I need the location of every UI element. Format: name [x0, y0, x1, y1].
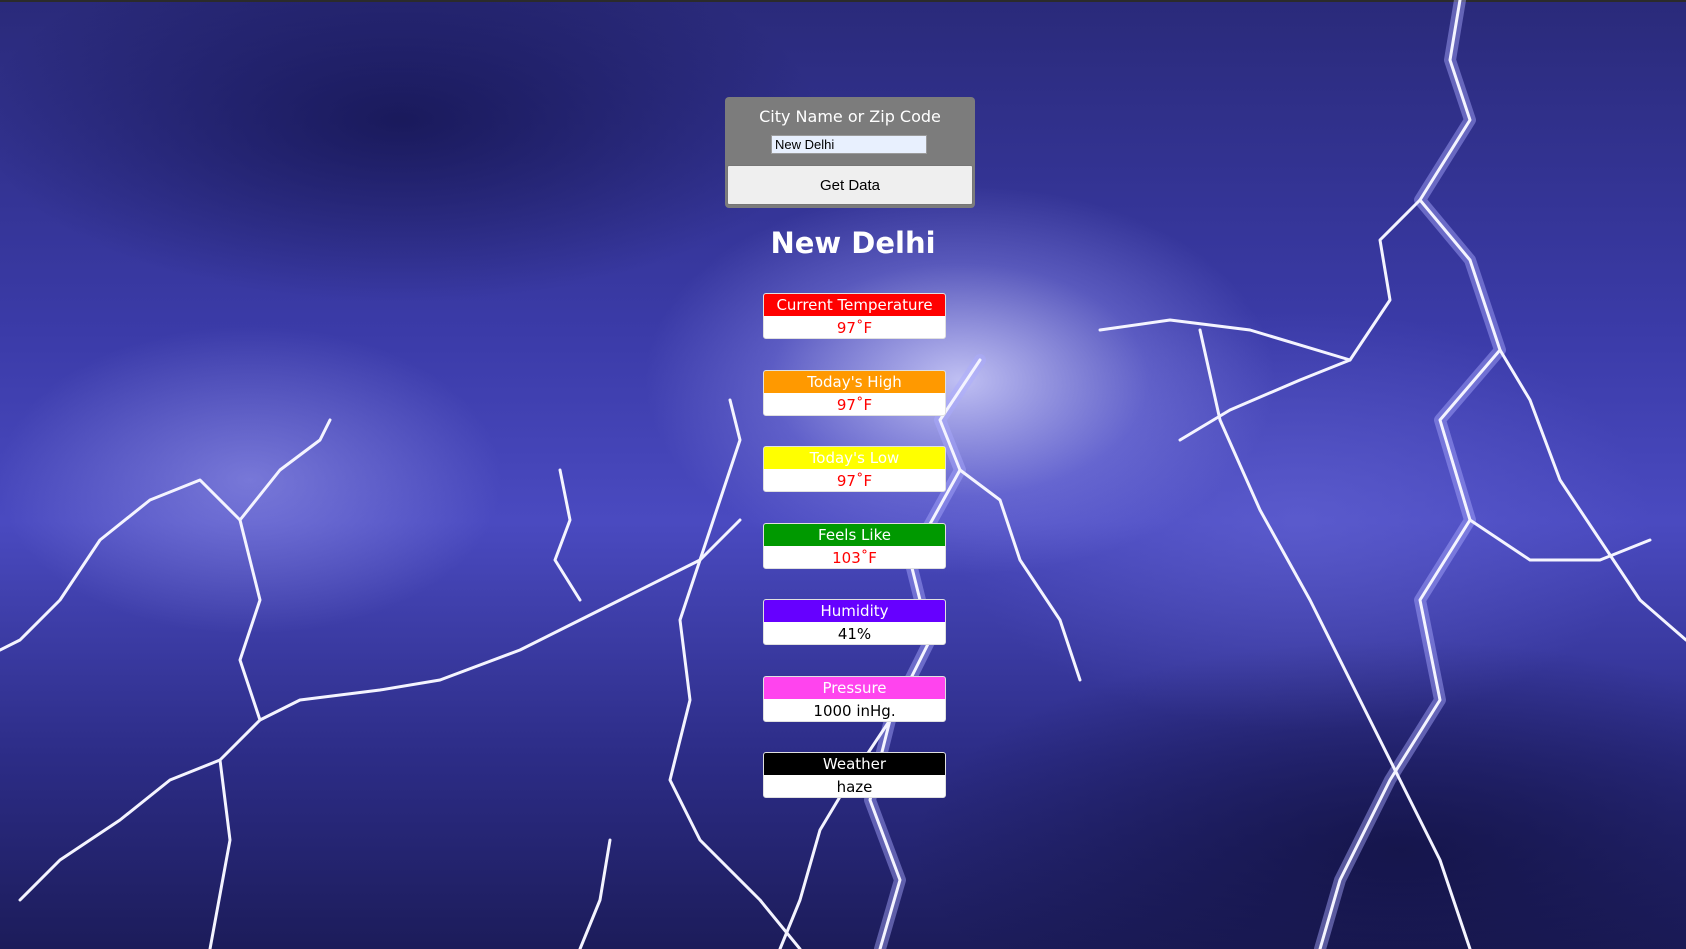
todays-high-card: Today's High 97˚F [763, 370, 946, 416]
card-value: 97˚F [836, 472, 873, 490]
weather-card: Weather haze [763, 752, 946, 798]
card-label: Feels Like [764, 524, 945, 547]
get-data-button[interactable]: Get Data [727, 165, 973, 205]
feels-like-card: Feels Like 103˚F [763, 523, 946, 569]
city-search-input[interactable] [771, 135, 927, 154]
card-value: 97˚F [836, 319, 873, 337]
card-value: haze [836, 778, 873, 796]
card-value: 103˚F [832, 549, 877, 567]
current-temperature-card: Current Temperature 97˚F [763, 293, 946, 339]
city-title: New Delhi [770, 226, 936, 260]
card-value: 1000 inHg. [813, 702, 896, 720]
card-value: 97˚F [836, 396, 873, 414]
search-label: City Name or Zip Code [759, 107, 941, 126]
card-label: Today's Low [764, 447, 945, 470]
card-label: Current Temperature [764, 294, 945, 317]
humidity-card: Humidity 41% [763, 599, 946, 645]
card-label: Pressure [764, 677, 945, 700]
card-label: Today's High [764, 371, 945, 394]
card-label: Weather [764, 753, 945, 776]
card-value: 41% [837, 625, 872, 643]
todays-low-card: Today's Low 97˚F [763, 446, 946, 492]
weather-app-page: City Name or Zip Code Get Data New Delhi… [0, 0, 1686, 949]
pressure-card: Pressure 1000 inHg. [763, 676, 946, 722]
search-panel: City Name or Zip Code Get Data [725, 97, 975, 208]
card-label: Humidity [764, 600, 945, 623]
